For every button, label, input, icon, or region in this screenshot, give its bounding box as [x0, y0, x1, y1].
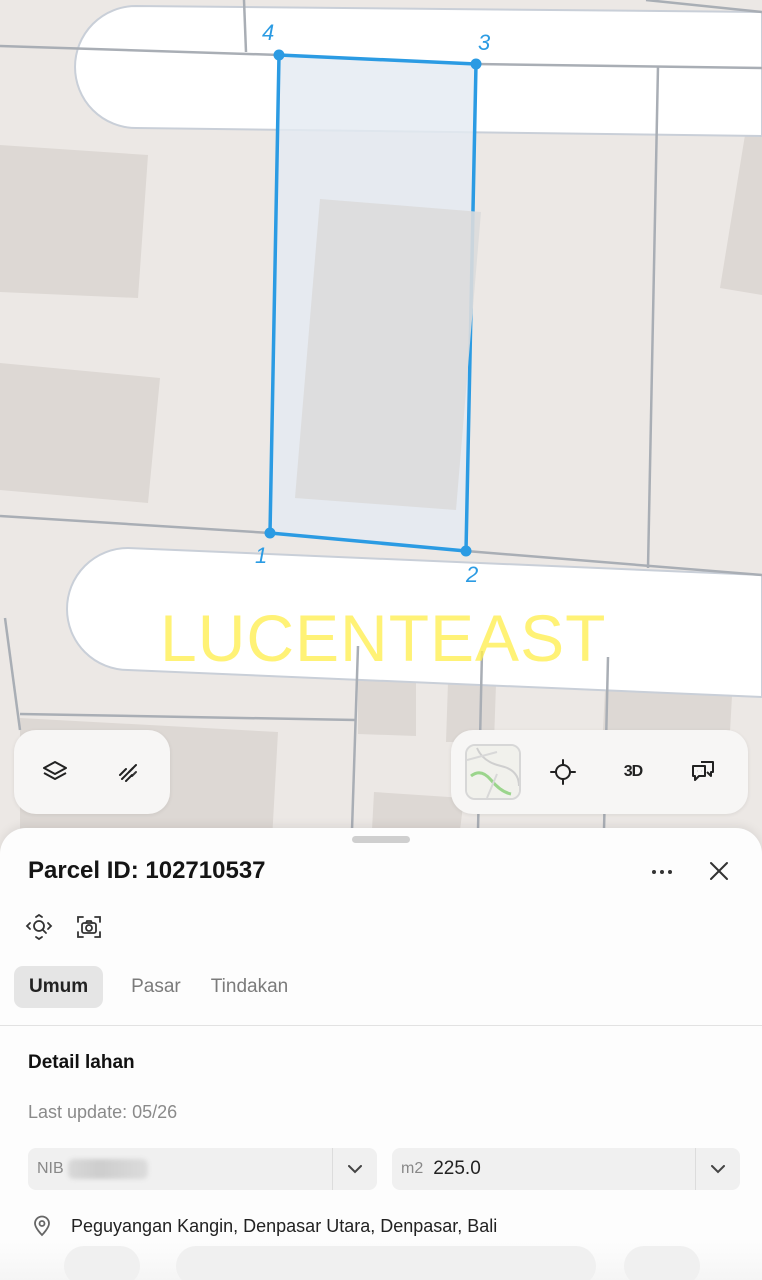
next-row-peek: [176, 1246, 596, 1280]
more-icon: [652, 870, 672, 874]
parcel-title: Parcel ID: 102710537: [28, 857, 266, 884]
feedback-icon: [692, 761, 714, 781]
tab-pasar[interactable]: Pasar: [116, 966, 196, 1008]
next-row-peek: [624, 1246, 700, 1280]
feedback-button[interactable]: [675, 744, 731, 800]
address-row: Peguyangan Kangin, Denpasar Utara, Denpa…: [32, 1212, 497, 1240]
basemap-thumbnail[interactable]: [465, 744, 521, 800]
layers-button[interactable]: [28, 744, 82, 800]
nib-field[interactable]: NIB: [28, 1148, 377, 1190]
layers-icon: [43, 761, 67, 780]
vertex-label-4: 4: [262, 20, 274, 45]
vertex-label-1: 1: [255, 543, 267, 568]
nib-value-redacted: [67, 1159, 148, 1179]
vertex-label-3: 3: [478, 30, 491, 55]
measure-button[interactable]: [102, 744, 156, 800]
map-controls-right: 3D: [451, 730, 748, 814]
3d-toggle-button[interactable]: 3D: [605, 744, 661, 800]
next-row-peek: [64, 1246, 140, 1280]
basemap-preview-icon: [467, 746, 519, 798]
tabs-divider: [0, 1025, 762, 1026]
zoom-to-parcel-icon: [25, 913, 53, 941]
area-dropdown-button[interactable]: [708, 1160, 728, 1178]
detail-tabs: Umum Pasar Tindakan: [14, 966, 303, 1008]
sheet-drag-handle[interactable]: [352, 836, 410, 843]
parcel-building: [295, 199, 481, 510]
more-options-button[interactable]: [644, 858, 680, 886]
area-unit: m2: [401, 1160, 424, 1177]
watermark-text: LUCENTEAST: [160, 601, 607, 675]
screenshot-icon: [77, 916, 101, 938]
last-update-text: Last update: 05/26: [28, 1102, 178, 1122]
screenshot-button[interactable]: [74, 912, 104, 942]
area-value: 225.0: [433, 1158, 481, 1179]
parcel-details-sheet: Parcel ID: 102710537 Umum Pasar Tindakan: [0, 828, 762, 1280]
chevron-down-icon: [711, 1164, 725, 1173]
area-field[interactable]: m2 225.0: [392, 1148, 740, 1190]
3d-label: 3D: [623, 763, 643, 780]
close-icon: [710, 862, 728, 880]
locate-button[interactable]: [535, 744, 591, 800]
field-separator: [695, 1148, 696, 1190]
tab-umum[interactable]: Umum: [14, 966, 104, 1008]
tab-tindakan[interactable]: Tindakan: [196, 966, 303, 1008]
map-controls-left: [14, 730, 170, 814]
address-text: Peguyangan Kangin, Denpasar Utara, Denpa…: [71, 1215, 498, 1236]
measure-icon: [119, 764, 137, 782]
field-separator: [332, 1148, 333, 1190]
vertex-label-2: 2: [465, 562, 478, 587]
nib-dropdown-button[interactable]: [345, 1160, 365, 1178]
zoom-to-parcel-button[interactable]: [24, 912, 54, 942]
section-title: Detail lahan: [28, 1052, 135, 1073]
locate-icon: [550, 759, 576, 785]
close-button[interactable]: [704, 856, 734, 886]
location-pin-icon: [34, 1215, 50, 1237]
nib-prefix: NIB: [37, 1160, 64, 1177]
chevron-down-icon: [348, 1164, 362, 1173]
